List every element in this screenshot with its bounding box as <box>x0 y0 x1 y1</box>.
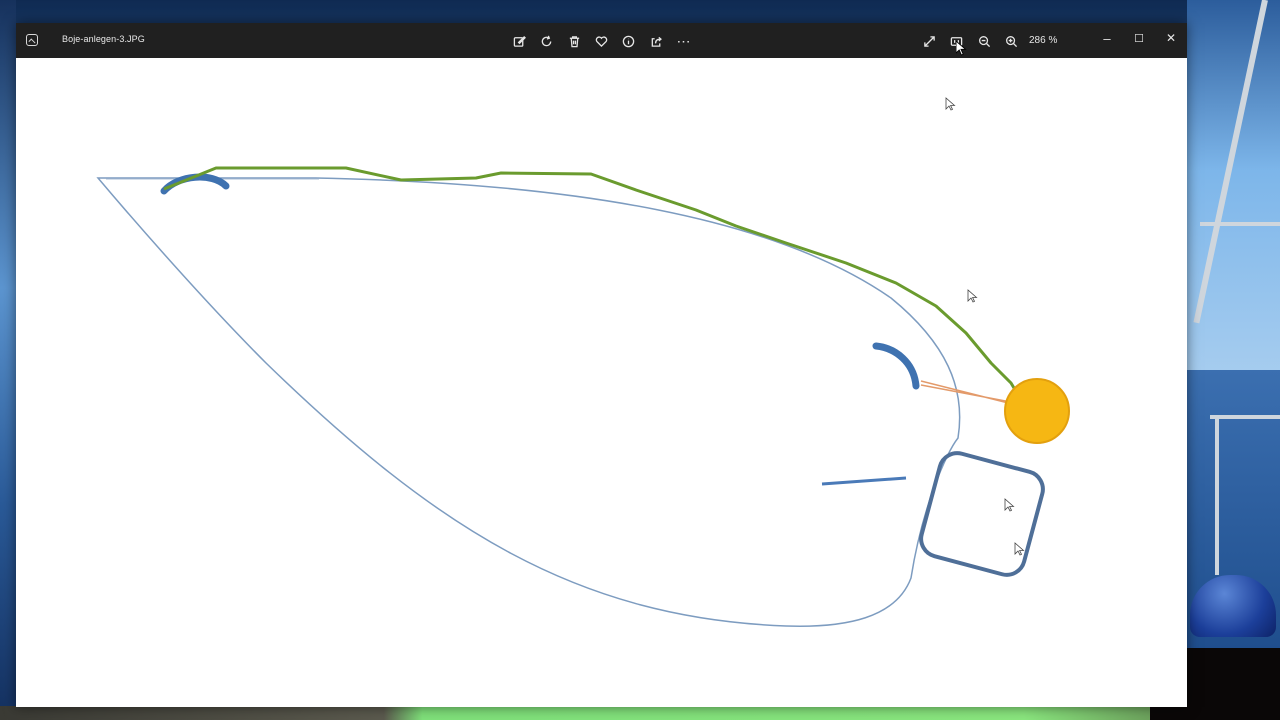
background-railing <box>1210 415 1280 419</box>
background-photo-sky <box>1187 0 1280 380</box>
zoom-in-icon[interactable] <box>1002 32 1020 50</box>
delete-icon[interactable] <box>565 32 583 50</box>
cursor-icon <box>1014 542 1025 556</box>
boat-hull-outline <box>96 177 961 627</box>
file-name: Boje-anlegen-3.JPG <box>62 34 145 44</box>
minimize-button[interactable]: – <box>1094 27 1120 49</box>
maximize-button[interactable]: ☐ <box>1126 27 1152 49</box>
rounded-square-marker <box>919 451 1045 577</box>
short-marker-line <box>821 476 907 486</box>
green-line-path <box>163 166 1039 420</box>
photo-viewer-window: Boje-anlegen-3.JPG ⋯ 286 % – ☐ ✕ <box>16 23 1187 707</box>
background-railing <box>1200 222 1280 226</box>
favorite-heart-icon[interactable] <box>592 32 610 50</box>
image-canvas[interactable] <box>16 58 1187 707</box>
fender-bow <box>872 342 920 390</box>
sketch-image <box>96 97 1070 627</box>
background-bottom-strip <box>0 706 1280 720</box>
cursor-icon <box>945 97 956 111</box>
cursor-icon <box>1004 498 1015 512</box>
mooring-buoy <box>1004 378 1070 444</box>
edit-image-icon[interactable] <box>510 32 528 50</box>
close-button[interactable]: ✕ <box>1158 27 1184 49</box>
rotate-icon[interactable] <box>537 32 555 50</box>
title-bar: Boje-anlegen-3.JPG ⋯ 286 % – ☐ ✕ <box>16 23 1187 58</box>
zoom-out-icon[interactable] <box>975 32 993 50</box>
pointer-cursor-icon <box>956 41 967 56</box>
zoom-level[interactable]: 286 % <box>1029 35 1057 46</box>
more-options-icon[interactable]: ⋯ <box>675 32 693 50</box>
info-icon[interactable] <box>619 32 637 50</box>
background-railing <box>1215 415 1219 575</box>
background-photo-left <box>0 0 16 720</box>
fullscreen-icon[interactable] <box>920 32 938 50</box>
share-icon[interactable] <box>647 32 665 50</box>
photos-app-icon <box>26 34 38 46</box>
cursor-icon <box>967 289 978 303</box>
